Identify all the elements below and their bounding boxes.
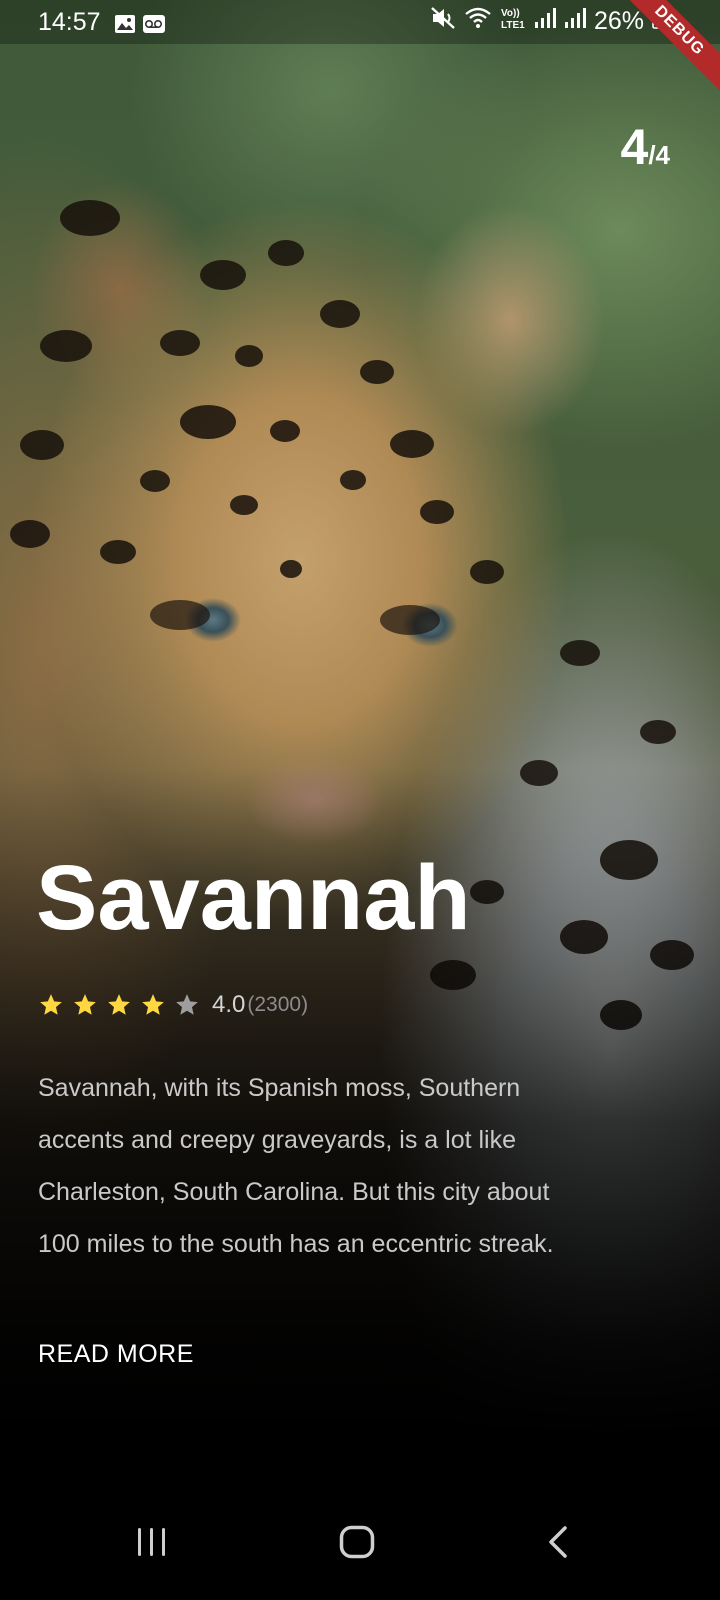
home-icon[interactable] <box>317 1510 397 1574</box>
star-icon <box>142 994 164 1015</box>
star-icon <box>74 994 96 1015</box>
system-nav-bar <box>0 1486 720 1600</box>
page-counter: 4/4 <box>621 118 671 176</box>
rating-count: (2300) <box>247 993 309 1016</box>
star-icon <box>108 994 130 1015</box>
star-icon <box>40 994 62 1015</box>
status-bar: 14:57 Vo)) LTE1 26% <box>0 0 720 44</box>
star-outline-icon <box>176 994 198 1015</box>
back-icon[interactable] <box>518 1510 598 1574</box>
recent-apps-icon[interactable] <box>112 1510 192 1574</box>
battery-percent: 26% <box>593 7 644 35</box>
image-icon <box>114 12 136 41</box>
signal-icon <box>534 7 556 36</box>
place-title: Savannah <box>36 847 471 949</box>
place-description: Savannah, with its Spanish moss, Souther… <box>38 1074 554 1258</box>
voicemail-icon <box>142 12 166 41</box>
status-right-group: Vo)) LTE1 26% <box>430 6 664 37</box>
wifi-icon <box>464 7 492 36</box>
read-more-button[interactable]: READ MORE <box>38 1340 194 1369</box>
counter-total: /4 <box>648 140 670 170</box>
rating-value: 4.0 <box>212 991 246 1018</box>
volte-icon: Vo)) LTE1 <box>500 6 526 37</box>
svg-text:Vo)): Vo)) <box>501 8 520 19</box>
status-time: 14:57 <box>38 8 101 36</box>
signal-icon <box>564 7 586 36</box>
screen: 14:57 Vo)) LTE1 26% DEBUG 4/4 Savannah 4… <box>0 0 720 1600</box>
counter-current: 4 <box>620 119 649 175</box>
svg-text:LTE1: LTE1 <box>501 20 525 30</box>
rating-row: 4.0 (2300) <box>38 988 308 1022</box>
mute-icon <box>430 6 456 37</box>
